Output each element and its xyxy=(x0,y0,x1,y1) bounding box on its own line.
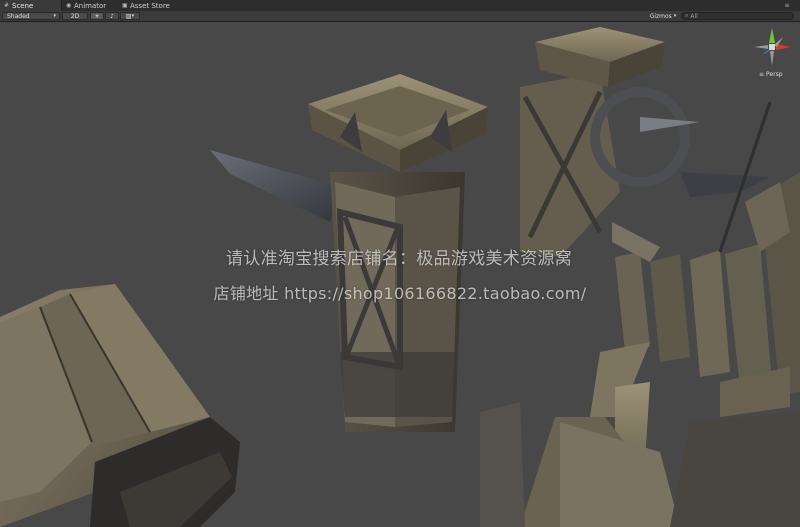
watermark-shop-name: 请认准淘宝搜索店铺名：极品游戏美术资源窝 xyxy=(226,249,572,269)
gizmo-center-cube xyxy=(769,44,775,50)
sun-icon: ☀ xyxy=(94,12,100,20)
scene-render xyxy=(0,27,800,527)
scene-search-input[interactable]: ⌕ All xyxy=(681,12,794,20)
search-placeholder: All xyxy=(690,12,698,20)
tab-animator[interactable]: ◉ Animator xyxy=(62,0,118,11)
tab-asset-store-label: Asset Store xyxy=(130,1,170,10)
scene-orientation-gizmo[interactable] xyxy=(750,25,794,69)
scene-viewport[interactable]: 请认准淘宝搜索店铺名：极品游戏美术资源窝 店铺地址 https://shop10… xyxy=(0,22,800,527)
tab-asset-store[interactable]: ▣ Asset Store xyxy=(118,0,178,11)
mode-2d-label: 2D xyxy=(70,12,80,20)
gizmos-dropdown[interactable]: Gizmos ▾ xyxy=(646,12,680,20)
search-icon: ⌕ xyxy=(685,12,689,19)
chevron-down-icon: ▾ xyxy=(53,13,56,19)
shading-mode-dropdown[interactable]: Shaded ▾ xyxy=(2,12,60,20)
tab-animator-label: Animator xyxy=(74,1,107,10)
animator-icon: ◉ xyxy=(66,1,72,9)
gizmo-neg-y-icon xyxy=(770,51,774,66)
tab-menu-icon[interactable]: ≡ xyxy=(778,1,796,9)
right-wooden-pillar xyxy=(520,27,770,257)
projection-label: Persp xyxy=(766,71,783,78)
scene-lighting-toggle[interactable]: ☀ xyxy=(90,12,104,20)
scene-toolbar: Shaded ▾ 2D ☀ ♪ ▨ ▾ Gizmos ▾ ⌕ All xyxy=(0,11,800,22)
asset-store-icon: ▣ xyxy=(122,1,128,9)
gizmo-y-axis-icon xyxy=(769,28,775,43)
chevron-down-icon: ▾ xyxy=(131,13,135,19)
tab-scene[interactable]: # Scene xyxy=(0,0,62,11)
scene-icon: # xyxy=(4,1,10,9)
projection-icon: ≡ xyxy=(759,71,765,78)
gizmo-neg-x-icon xyxy=(754,45,768,49)
projection-toggle[interactable]: ≡ Persp xyxy=(759,71,783,78)
scene-audio-toggle[interactable]: ♪ xyxy=(105,12,119,20)
watermark-shop-url: 店铺地址 https://shop106166822.taobao.com/ xyxy=(213,284,587,303)
unity-editor-window: # Scene ◉ Animator ▣ Asset Store ≡ Shade… xyxy=(0,0,800,527)
gizmos-label: Gizmos xyxy=(649,12,672,20)
shading-mode-label: Shaded xyxy=(7,12,30,20)
tab-scene-label: Scene xyxy=(12,1,34,10)
speaker-icon: ♪ xyxy=(110,12,114,20)
chevron-down-icon: ▾ xyxy=(673,13,677,19)
mode-2d-toggle[interactable]: 2D xyxy=(62,12,88,20)
wooden-floor-platform xyxy=(0,284,240,527)
scene-effects-dropdown[interactable]: ▨ ▾ xyxy=(120,12,140,20)
